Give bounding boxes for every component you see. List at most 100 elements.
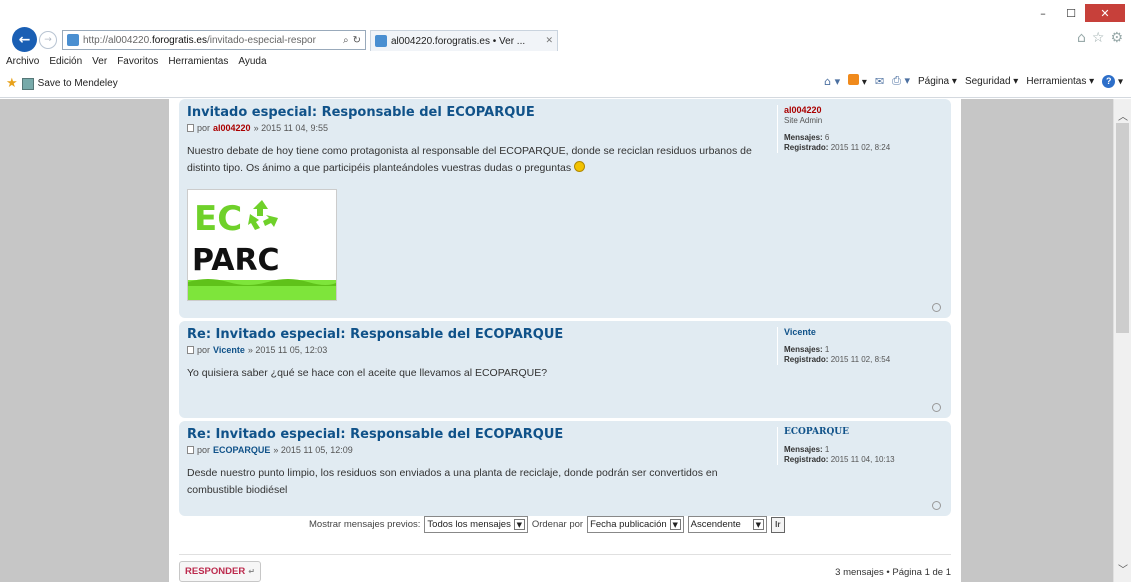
profile-stats: Mensajes: 1 Registrado: 2015 11 04, 10:1… [784,445,895,464]
browser-right-icons: ⌂ ☆ ⚙ [1077,30,1123,46]
post-author[interactable]: Vicente [213,345,245,355]
post-title[interactable]: Re: Invitado especial: Responsable del E… [187,427,767,442]
profile-name[interactable]: al004220 [784,105,947,115]
post-title[interactable]: Invitado especial: Responsable del ECOPA… [187,105,767,120]
scroll-up-icon[interactable]: ︿ [1114,107,1131,123]
author-profile: al004220 Site Admin Mensajes: 6 Registra… [777,105,947,153]
command-bar: ⌂ ▾ ▾ ✉ ⎙ ▾ Página ▾ Seguridad ▾ Herrami… [824,74,1123,88]
address-actions: ⌕ ↻ [339,35,365,46]
post-content: Nuestro debate de hoy tiene como protago… [187,145,752,174]
post: Re: Invitado especial: Responsable del E… [179,421,951,516]
post-author-line: por Vicente » 2015 11 05, 12:03 [187,345,767,355]
rss-icon[interactable]: ▾ [848,74,867,88]
post-date: » 2015 11 05, 12:09 [273,445,353,455]
reply-button[interactable]: RESPONDER ↵ [179,561,261,582]
favorite-save-to-mendeley[interactable]: Save to Mendeley [38,78,118,89]
address-bar[interactable]: http://al004220. forogratis.es/invitado-e… [62,30,366,50]
command-herramientas[interactable]: Herramientas ▾ [1026,76,1094,87]
tab-close-icon[interactable]: ✕ [545,36,553,46]
post-author-line: por al004220 » 2015 11 04, 9:55 [187,123,767,133]
menu-ayuda[interactable]: Ayuda [238,56,266,67]
search-icon[interactable]: ⌕ [343,35,349,46]
gear-icon[interactable]: ⚙ [1110,30,1123,46]
post-icon [187,346,194,354]
go-button[interactable]: Ir [770,516,785,533]
chevron-down-icon: ▼ [669,519,681,530]
vertical-scrollbar[interactable]: ︿ ﹀ [1113,99,1131,582]
forward-arrow-icon[interactable]: → [39,31,57,49]
topic-actions: RESPONDER ↵ 3 mensajes • Página 1 de 1 [179,554,951,582]
menu-herramientas[interactable]: Herramientas [168,56,228,67]
top-icon[interactable] [932,501,941,510]
address-prefix: http://al004220. [83,34,152,46]
favorites-star-icon[interactable]: ★ [6,76,18,91]
print-icon[interactable]: ⎙ ▾ [892,74,910,88]
scroll-down-icon[interactable]: ﹀ [1114,560,1131,576]
profile-rank: Site Admin [784,116,823,125]
ecoparc-logo: EC PARC [187,189,337,301]
menu-bar: Archivo Edición Ver Favoritos Herramient… [0,52,1131,70]
browser-tab[interactable]: al004220.forogratis.es • Ver ... ✕ [370,30,558,51]
browser-titlebar: – ☐ ✕ ← → http://al004220. forogratis.es /… [0,0,1131,52]
tab-favicon [375,35,387,47]
forum-topic: Invitado especial: Responsable del ECOPA… [169,99,961,582]
window-controls: – ☐ ✕ [1029,4,1125,22]
post-author[interactable]: ECOPARQUE [213,445,270,455]
address-path: /invitado-especial-respor [206,34,316,46]
command-pagina[interactable]: Página ▾ [918,76,957,87]
recycle-icon [248,200,278,230]
refresh-icon[interactable]: ↻ [353,35,361,46]
menu-edicion[interactable]: Edición [49,56,82,67]
post-author[interactable]: al004220 [213,123,251,133]
minimize-icon[interactable]: – [1029,4,1057,22]
direction-select[interactable]: Ascendente ▼ [687,516,767,533]
mendeley-icon [21,77,34,90]
post-content: Yo quisiera saber ¿qué se hace con el ac… [187,367,548,379]
reply-icon: ↵ [248,567,255,576]
show-label: Mostrar mensajes previos: [309,519,421,530]
address-host: forogratis.es [151,34,207,46]
sort-bar: Mostrar mensajes previos: Todos los mens… [309,516,785,533]
show-select[interactable]: Todos los mensajes ▼ [424,516,528,533]
page-viewport: Invitado especial: Responsable del ECOPA… [0,99,1131,582]
close-icon[interactable]: ✕ [1085,4,1125,22]
logo-text-parc: PARC [192,243,280,278]
home-icon[interactable]: ⌂ ▾ [824,75,840,88]
command-seguridad[interactable]: Seguridad ▾ [965,76,1018,87]
post: Re: Invitado especial: Responsable del E… [179,321,951,418]
menu-favoritos[interactable]: Favoritos [117,56,158,67]
post: Invitado especial: Responsable del ECOPA… [179,99,951,318]
logo-text-eco: EC [194,199,242,239]
chevron-down-icon: ▼ [752,519,764,530]
profile-stats: Mensajes: 6 Registrado: 2015 11 02, 8:24 [784,133,891,152]
order-select[interactable]: Fecha publicación ▼ [587,516,684,533]
menu-ver[interactable]: Ver [92,56,107,67]
profile-name[interactable]: ECOPARQUE [784,427,947,437]
order-label: Ordenar por [531,519,584,530]
post-title[interactable]: Re: Invitado especial: Responsable del E… [187,327,767,342]
maximize-icon[interactable]: ☐ [1057,4,1085,22]
profile-stats: Mensajes: 1 Registrado: 2015 11 02, 8:54 [784,345,891,364]
post-date: » 2015 11 05, 12:03 [247,345,328,355]
post-icon [187,446,194,454]
back-arrow-icon[interactable]: ← [12,27,37,52]
profile-name[interactable]: Vicente [784,327,947,337]
post-author-line: por ECOPARQUE » 2015 11 05, 12:09 [187,445,767,455]
menu-archivo[interactable]: Archivo [6,56,39,67]
author-profile: ECOPARQUE Mensajes: 1 Registrado: 2015 1… [777,427,947,465]
chevron-down-icon: ▼ [513,519,525,530]
mail-icon[interactable]: ✉ [875,75,884,88]
post-icon [187,124,194,132]
home-icon[interactable]: ⌂ [1077,30,1086,46]
post-body: Re: Invitado especial: Responsable del E… [187,427,767,499]
post-body: Invitado especial: Responsable del ECOPA… [187,105,767,301]
top-icon[interactable] [932,403,941,412]
help-icon[interactable]: ? ▾ [1102,74,1123,88]
pagination: 3 mensajes • Página 1 de 1 [835,567,951,578]
post-content: Desde nuestro punto limpio, los residuos… [187,467,718,496]
scroll-thumb[interactable] [1116,123,1129,333]
favorites-star-icon[interactable]: ☆ [1092,30,1105,46]
post-date: » 2015 11 04, 9:55 [253,123,328,133]
author-profile: Vicente Mensajes: 1 Registrado: 2015 11 … [777,327,947,365]
top-icon[interactable] [932,303,941,312]
